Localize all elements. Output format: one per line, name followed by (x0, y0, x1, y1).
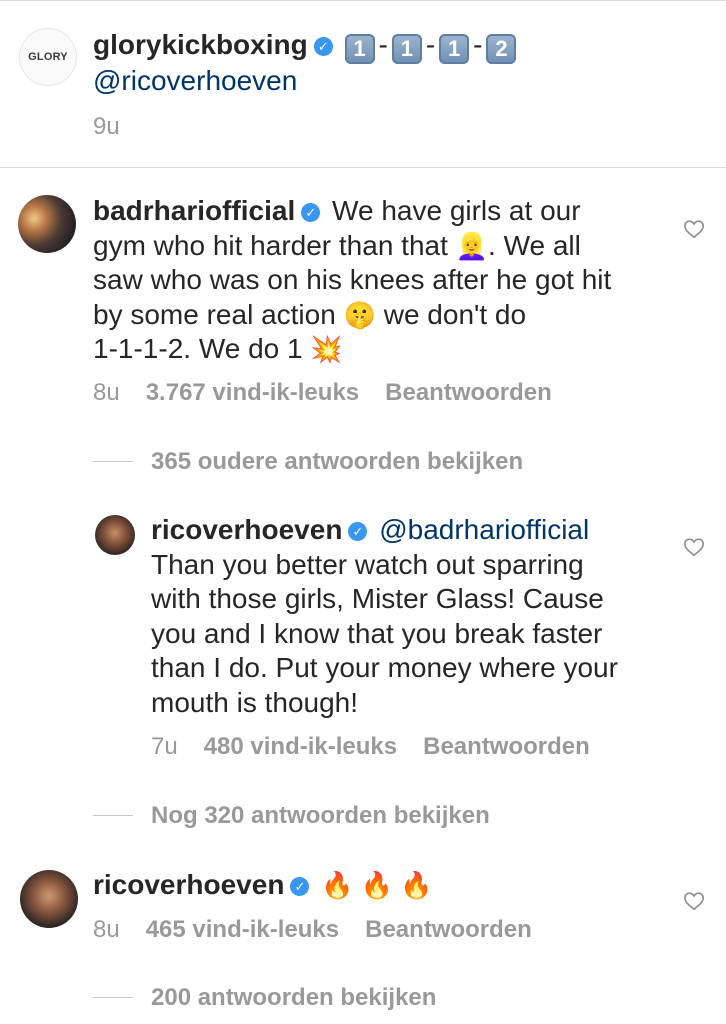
replies-line (93, 997, 133, 998)
keycap-1-icon: 1 (344, 34, 375, 64)
glory-avatar[interactable]: GLORY (19, 28, 77, 86)
comment-3-view-replies[interactable]: 200 antwoorden bekijken (151, 984, 436, 1012)
comment-line: . We all (488, 229, 581, 261)
comment-line: by some real action (93, 298, 336, 330)
comment-line: you and I know that you break faster (151, 617, 603, 649)
heart-outline-icon[interactable] (683, 536, 705, 558)
dash-sep: - (378, 29, 388, 60)
comment-3-username[interactable]: ricoverhoeven (93, 869, 284, 900)
reply-mention[interactable]: @badrhariofficial (379, 514, 589, 545)
comment-3-time: 8u (93, 916, 120, 943)
reply-likes[interactable]: 480 vind-ik-leuks (204, 733, 397, 760)
heart-outline-icon[interactable] (683, 218, 705, 240)
reply-time: 7u (151, 733, 178, 760)
comment-line: saw who was on his knees after he got hi… (93, 264, 612, 295)
keycap-1-icon: 1 (439, 34, 470, 64)
verified-badge-icon: ✓ (301, 203, 321, 222)
comment-line: 1-1-1-2. We do 1 (93, 333, 303, 364)
replies-line (93, 815, 133, 816)
caption-time: 9u (93, 113, 120, 140)
comment-1-username[interactable]: badrhariofficial (93, 195, 295, 226)
heart-outline-icon[interactable] (683, 890, 705, 912)
top-divider (0, 0, 726, 1)
keycap-2-icon: 2 (486, 34, 517, 64)
reply-reply-button[interactable]: Beantwoorden (423, 733, 590, 760)
caption-username[interactable]: glorykickboxing (93, 29, 308, 60)
comment-1-meta: 8u 3.767 vind-ik-leuks Beantwoorden (93, 379, 578, 407)
dash-sep: - (425, 29, 436, 60)
comment-1-reply-button[interactable]: Beantwoorden (385, 379, 552, 406)
caption-mention[interactable]: @ricoverhoeven (93, 65, 297, 96)
caption-divider (0, 167, 726, 168)
comment-line: mouth is though! (151, 686, 359, 718)
badr-avatar[interactable] (18, 195, 76, 253)
dash-sep: - (473, 29, 483, 60)
comment-1-text: badrhariofficial ✓ We have girls at our g… (93, 194, 663, 367)
reply-username[interactable]: ricoverhoeven (151, 514, 342, 545)
comment-line: Than you better watch out sparring (151, 548, 584, 580)
keycap-1-icon: 1 (391, 34, 422, 64)
comment-line: than I do. Put your money where your (151, 652, 618, 683)
rico-avatar[interactable] (20, 870, 78, 928)
comment-line: with those girls, Mister Glass! Cause (151, 583, 604, 614)
comment-3-meta: 8u 465 vind-ik-leuks Beantwoorden (93, 916, 558, 944)
comment-line: gym who hit harder than that (93, 229, 448, 261)
reply-meta: 7u 480 vind-ik-leuks Beantwoorden (151, 733, 616, 761)
rico-reply-avatar[interactable] (95, 515, 135, 555)
verified-badge-icon: ✓ (313, 37, 333, 56)
comment-3-text: ricoverhoeven ✓ 🔥 🔥 🔥 (93, 868, 663, 903)
comment-3-reply-button[interactable]: Beantwoorden (365, 916, 532, 943)
reply-text: ricoverhoeven ✓ @badrhariofficial Than yo… (151, 513, 671, 720)
fire-emoji-icon: 🔥 🔥 🔥 (321, 870, 433, 900)
comment-1-likes[interactable]: 3.767 vind-ik-leuks (146, 379, 359, 406)
comment-3-likes[interactable]: 465 vind-ik-leuks (146, 916, 339, 943)
comment-1-view-replies[interactable]: 365 oudere antwoorden bekijken (151, 448, 523, 476)
glory-logo-text: GLORY (28, 51, 68, 63)
comment-line: we don't do (383, 298, 527, 330)
replies-line (93, 461, 133, 462)
verified-badge-icon: ✓ (290, 877, 310, 896)
comment-line: We have girls at our (332, 195, 581, 226)
verified-badge-icon: ✓ (348, 522, 368, 541)
caption-text: glorykickboxing ✓ 1-1-1-2 @ricoverhoeven (93, 28, 693, 99)
girl-emoji-icon: 👱‍♀️ (455, 230, 489, 261)
collision-emoji-icon: 💥 (310, 334, 343, 364)
caption-meta: 9u (93, 113, 146, 141)
reply-view-more[interactable]: Nog 320 antwoorden bekijken (151, 802, 490, 830)
comment-1-time: 8u (93, 379, 120, 406)
shushing-face-emoji-icon: 🤫 (343, 299, 376, 330)
